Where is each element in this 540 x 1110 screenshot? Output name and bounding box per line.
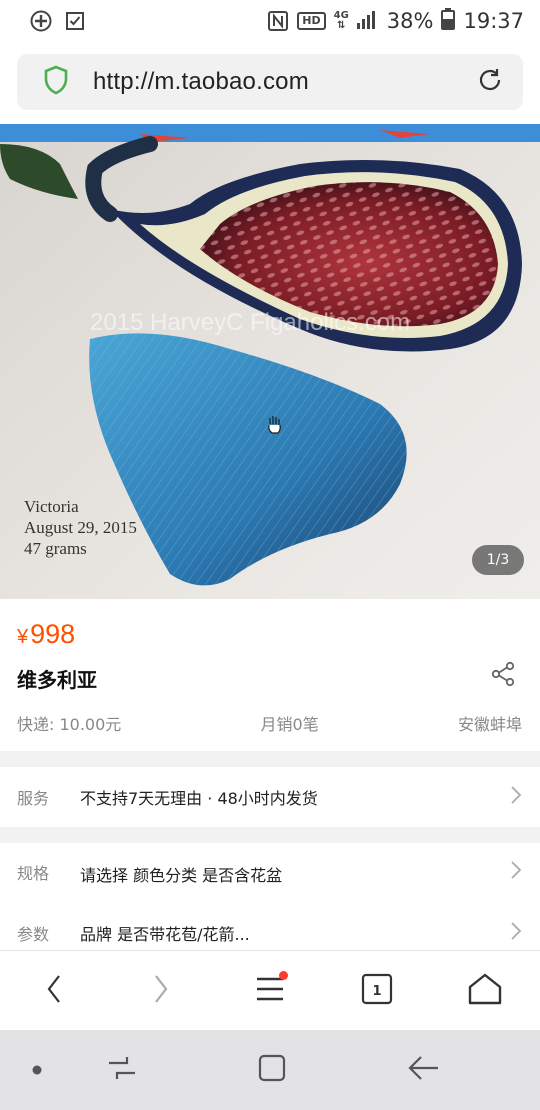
price: ¥998 <box>17 619 75 650</box>
back-button[interactable] <box>32 969 76 1013</box>
android-back-icon <box>408 1055 440 1085</box>
params-text: 品牌 是否带花苞/花箭... <box>80 925 250 944</box>
home-button[interactable] <box>463 969 507 1013</box>
notification-dot <box>279 971 288 980</box>
chevron-right-icon <box>510 785 522 809</box>
shield-icon[interactable] <box>43 65 69 99</box>
spec-label: 规格 <box>17 864 50 883</box>
spec-row-params[interactable]: 参数 品牌 是否带花苞/花箭... <box>17 918 540 948</box>
checkbox-icon <box>64 10 86 32</box>
nav-dot <box>15 1050 59 1090</box>
network-type: 4G ⇅ <box>333 10 349 31</box>
price-value: 998 <box>30 619 76 649</box>
spec-section: 规格 请选择 颜色分类 是否含花盆 参数 品牌 是否带花苞/花箭... <box>0 843 540 950</box>
image-caption-line-3: 47 grams <box>24 539 87 558</box>
spec-text: 请选择 颜色分类 是否含花盆 <box>80 866 283 885</box>
address-bar-container: http://m.taobao.com <box>0 42 540 124</box>
product-image[interactable]: 2015 HarveyC Figaholics.com Victoria Aug… <box>0 124 540 599</box>
product-meta: 快递: 10.00元 月销0笔 安徽蚌埠 <box>17 711 522 735</box>
tab-count: 1 <box>372 983 382 999</box>
signal-icon <box>356 9 379 34</box>
service-label: 服务 <box>17 789 50 808</box>
android-home-icon <box>257 1053 287 1087</box>
currency-symbol: ¥ <box>17 626 29 648</box>
battery-percent: 38% <box>386 9 434 33</box>
back-icon <box>46 974 62 1008</box>
image-caption-line-1: Victoria <box>24 497 79 516</box>
reload-icon[interactable] <box>475 65 505 99</box>
recent-apps-icon <box>107 1053 137 1087</box>
address-bar[interactable]: http://m.taobao.com <box>17 54 523 110</box>
nfc-icon <box>267 10 289 32</box>
service-row[interactable]: 服务 不支持7天无理由 · 48小时内发货 <box>0 767 540 827</box>
add-circle-icon <box>30 10 52 32</box>
monthly-sales: 月销0笔 <box>260 715 319 734</box>
android-back-button[interactable] <box>402 1050 446 1090</box>
home-icon <box>468 973 502 1009</box>
clock: 19:37 <box>463 9 524 33</box>
image-caption-line-2: August 29, 2015 <box>24 518 137 537</box>
forward-button[interactable] <box>139 969 183 1013</box>
chevron-right-icon <box>510 860 522 884</box>
image-watermark: 2015 HarveyC Figaholics.com <box>90 309 410 336</box>
seller-location: 安徽蚌埠 <box>457 715 522 734</box>
service-text: 不支持7天无理由 · 48小时内发货 <box>80 789 318 808</box>
android-home-button[interactable] <box>250 1050 294 1090</box>
spec-row-sku[interactable]: 规格 请选择 颜色分类 是否含花盆 <box>17 857 540 887</box>
menu-icon <box>255 976 285 1006</box>
url-text[interactable]: http://m.taobao.com <box>93 68 309 96</box>
product-title: 维多利亚 <box>17 668 97 692</box>
hd-badge: HD <box>297 12 326 30</box>
menu-button[interactable] <box>248 969 292 1013</box>
params-label: 参数 <box>17 925 50 944</box>
product-info: ¥998 维多利亚 快递: 10.00元 月销0笔 安徽蚌埠 <box>0 599 540 751</box>
battery-icon <box>441 7 456 35</box>
android-nav-bar <box>0 1030 540 1110</box>
status-bar: HD 4G ⇅ 38% 19:37 <box>0 0 540 42</box>
browser-toolbar: 1 <box>0 950 540 1030</box>
image-counter: 1/3 <box>472 545 524 575</box>
share-icon[interactable] <box>490 661 516 691</box>
shipping-fee: 快递: 10.00元 <box>17 715 122 734</box>
chevron-right-icon <box>510 921 522 945</box>
recent-apps-button[interactable] <box>100 1050 144 1090</box>
tabs-button[interactable]: 1 <box>355 969 399 1013</box>
forward-icon <box>153 974 169 1008</box>
